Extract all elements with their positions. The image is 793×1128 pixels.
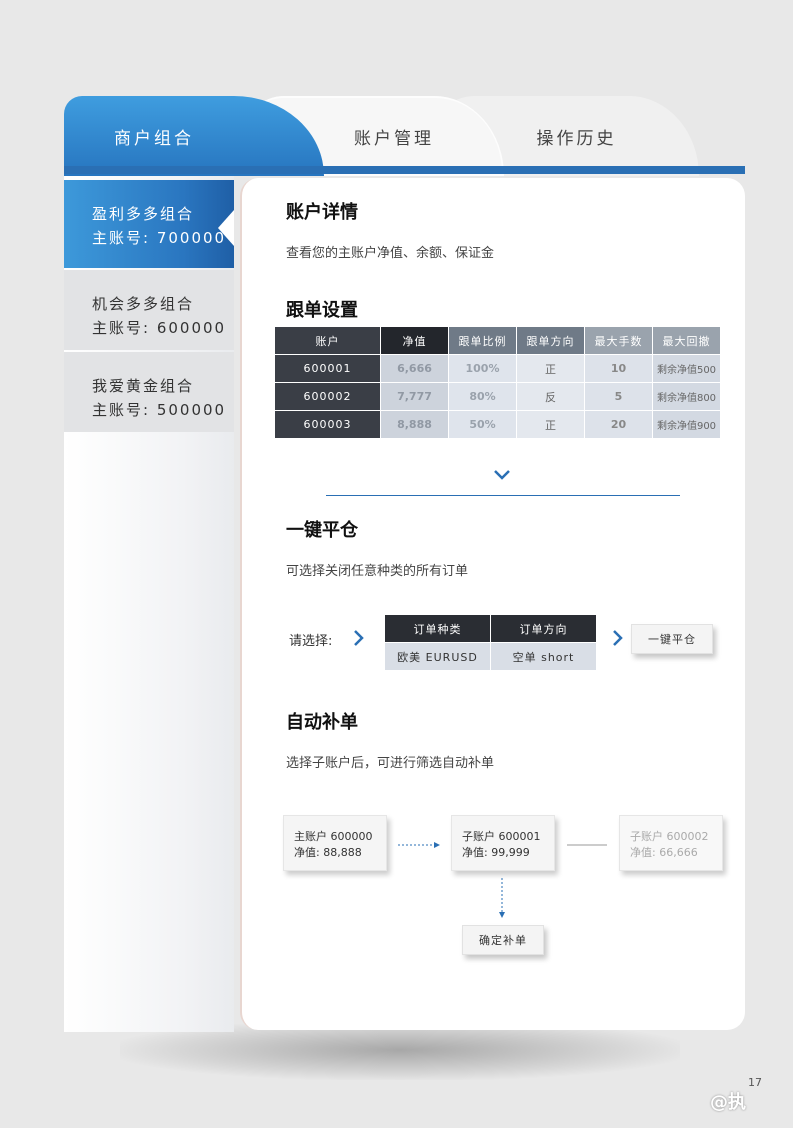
sidebar-item-portfolio-3[interactable]: 我爱黄金组合 主账号: 500000: [64, 352, 234, 432]
col-header-max-drawdown: 最大回撤: [652, 326, 721, 355]
sidebar-item-portfolio-2[interactable]: 机会多多组合 主账号: 600000: [64, 270, 234, 350]
col-header-order-type: 订单种类: [384, 614, 491, 643]
main-account-card[interactable]: 主账户 600000 净值: 88,888: [283, 815, 387, 871]
chevron-down-icon[interactable]: [492, 468, 512, 482]
cell-max-lots[interactable]: 10: [584, 354, 653, 383]
portfolio-account: 主账号: 600000: [92, 319, 227, 337]
cell-max-drawdown[interactable]: 剩余净值900: [652, 410, 721, 439]
auto-fill-desc: 选择子账户后，可进行筛选自动补单: [286, 756, 495, 771]
sub-account-card-2[interactable]: 子账户 600002 净值: 66,666: [619, 815, 723, 871]
cell-account: 600001: [274, 354, 381, 383]
table-row[interactable]: 600002 7,777 80% 反 5 剩余净值800: [274, 382, 721, 411]
cell-direction[interactable]: 正: [516, 354, 585, 383]
cell-max-drawdown[interactable]: 剩余净值800: [652, 382, 721, 411]
cell-max-lots[interactable]: 5: [584, 382, 653, 411]
table-row[interactable]: 600003 8,888 50% 正 20 剩余净值900: [274, 410, 721, 439]
cell-direction[interactable]: 正: [516, 410, 585, 439]
cell-equity: 6,666: [380, 354, 449, 383]
order-direction-select[interactable]: 空单 short: [490, 642, 597, 671]
auto-fill-title: 自动补单: [286, 712, 358, 733]
chevron-right-icon: [354, 630, 364, 646]
col-header-max-lots: 最大手数: [584, 326, 653, 355]
col-header-direction: 跟单方向: [516, 326, 585, 355]
section-divider: [326, 495, 680, 496]
sub-account-id: 子账户 600002: [630, 830, 709, 843]
sub-account-card-1[interactable]: 子账户 600001 净值: 99,999: [451, 815, 555, 871]
col-header-ratio: 跟单比例: [448, 326, 517, 355]
col-header-order-direction: 订单方向: [490, 614, 597, 643]
main-card: 账户详情 查看您的主账户净值、余额、保证金 跟单设置 账户 净值 跟单比例 跟单…: [240, 178, 745, 1030]
table-row: 欧美 EURUSD 空单 short: [384, 642, 597, 671]
cell-max-drawdown[interactable]: 剩余净值500: [652, 354, 721, 383]
tab-underline: [64, 166, 745, 174]
sidebar-item-portfolio-1[interactable]: 盈利多多组合 主账号: 700000: [64, 180, 234, 268]
main-account-equity: 净值: 88,888: [294, 846, 362, 859]
connector-arrow: [398, 842, 440, 848]
sub-account-equity: 净值: 99,999: [462, 846, 530, 859]
app-frame: 操作历史 账户管理 商户组合 盈利多多组合 主账号: 700000 机会多多组合…: [64, 96, 745, 1032]
portfolio-name: 我爱黄金组合: [92, 377, 195, 395]
sub-account-equity: 净值: 66,666: [630, 846, 698, 859]
close-all-desc: 可选择关闭任意种类的所有订单: [286, 564, 469, 579]
main-account-id: 主账户 600000: [294, 830, 373, 843]
sidebar: 盈利多多组合 主账号: 700000 机会多多组合 主账号: 600000 我爱…: [64, 176, 234, 1032]
col-header-account: 账户: [274, 326, 381, 355]
cell-account: 600002: [274, 382, 381, 411]
account-detail-title: 账户详情: [286, 202, 358, 223]
close-all-title: 一键平仓: [286, 520, 358, 541]
sub-account-id: 子账户 600001: [462, 830, 541, 843]
follow-settings-table: 账户 净值 跟单比例 跟单方向 最大手数 最大回撤 600001 6,666 1…: [274, 326, 721, 439]
connector-arrow-down: [499, 878, 505, 918]
account-detail-desc[interactable]: 查看您的主账户净值、余额、保证金: [286, 242, 494, 261]
col-header-equity: 净值: [380, 326, 449, 355]
tab-label: 商户组合: [114, 128, 194, 149]
cell-equity: 8,888: [380, 410, 449, 439]
connector-line: [567, 844, 607, 846]
order-type-select[interactable]: 欧美 EURUSD: [384, 642, 491, 671]
follow-settings-title: 跟单设置: [286, 300, 358, 321]
cell-ratio[interactable]: 80%: [448, 382, 517, 411]
cell-ratio[interactable]: 100%: [448, 354, 517, 383]
select-label: 请选择:: [289, 634, 333, 649]
portfolio-account: 主账号: 700000: [92, 229, 227, 247]
tab-label: 账户管理: [354, 128, 434, 149]
cell-direction[interactable]: 反: [516, 382, 585, 411]
close-all-button[interactable]: 一键平仓: [631, 624, 713, 654]
confirm-fill-button[interactable]: 确定补单: [462, 925, 544, 955]
cell-account: 600003: [274, 410, 381, 439]
table-row[interactable]: 600001 6,666 100% 正 10 剩余净值500: [274, 354, 721, 383]
table-header-row: 账户 净值 跟单比例 跟单方向 最大手数 最大回撤: [274, 326, 721, 355]
page-number: 17: [748, 1076, 762, 1089]
portfolio-name: 机会多多组合: [92, 295, 195, 313]
order-filter-table: 订单种类 订单方向 欧美 EURUSD 空单 short: [384, 614, 597, 671]
tab-label: 操作历史: [536, 128, 617, 149]
cell-equity: 7,777: [380, 382, 449, 411]
cell-max-lots[interactable]: 20: [584, 410, 653, 439]
chevron-right-icon: [613, 630, 623, 646]
table-header-row: 订单种类 订单方向: [384, 614, 597, 643]
portfolio-name: 盈利多多组合: [92, 205, 195, 223]
watermark: @执: [710, 1092, 746, 1113]
cell-ratio[interactable]: 50%: [448, 410, 517, 439]
portfolio-account: 主账号: 500000: [92, 401, 227, 419]
